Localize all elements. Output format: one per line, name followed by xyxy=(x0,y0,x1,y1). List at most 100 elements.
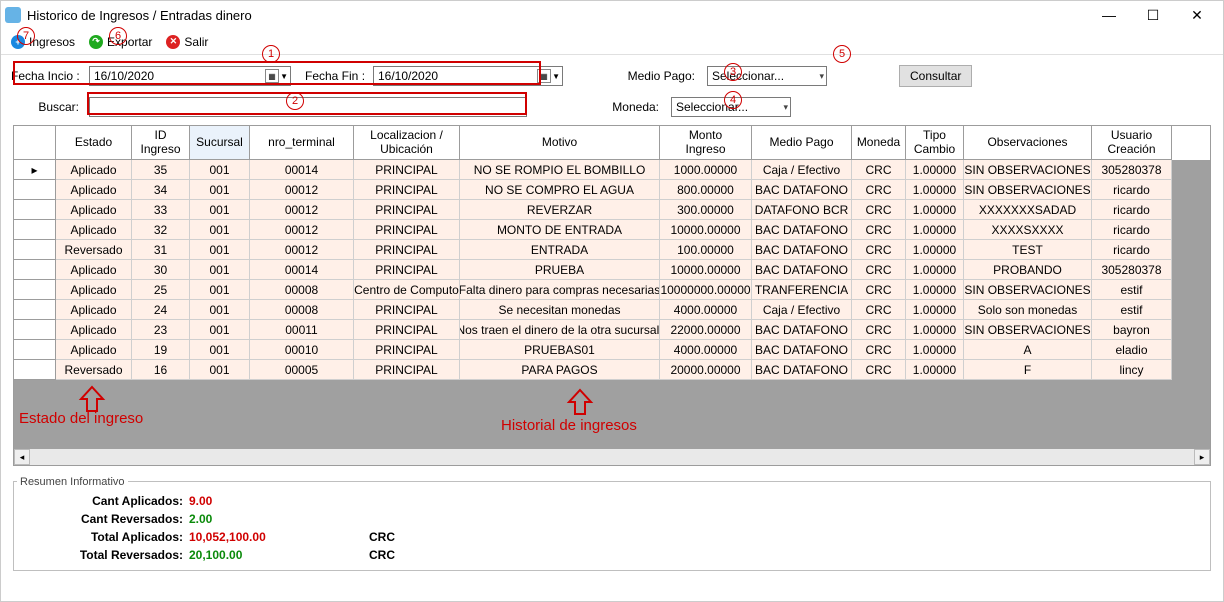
table-row[interactable]: Aplicado2500100008Centro de ComputoFalta… xyxy=(14,280,1210,300)
cell-term: 00011 xyxy=(250,320,354,340)
cell-suc: 001 xyxy=(190,200,250,220)
cell-id: 19 xyxy=(132,340,190,360)
column-header-medio[interactable]: Medio Pago xyxy=(752,126,852,160)
cell-user: estif xyxy=(1092,300,1172,320)
cell-loc: PRINCIPAL xyxy=(354,220,460,240)
data-grid[interactable]: EstadoIDIngresoSucursalnro_terminalLocal… xyxy=(13,125,1211,466)
table-row[interactable]: Aplicado3200100012PRINCIPALMONTO DE ENTR… xyxy=(14,220,1210,240)
cell-moneda: CRC xyxy=(852,300,906,320)
cell-moneda: CRC xyxy=(852,240,906,260)
window-close-button[interactable]: ✕ xyxy=(1175,1,1219,29)
cell-obs: XXXXXXXSADAD xyxy=(964,200,1092,220)
cell-loc: PRINCIPAL xyxy=(354,320,460,340)
resume-row-label: Cant Aplicados: xyxy=(24,494,189,508)
row-selector[interactable] xyxy=(14,240,56,260)
cell-term: 00005 xyxy=(250,360,354,380)
row-selector[interactable] xyxy=(14,180,56,200)
table-row[interactable]: Aplicado3300100012PRINCIPALREVERZAR300.0… xyxy=(14,200,1210,220)
cell-id: 24 xyxy=(132,300,190,320)
table-row[interactable]: Aplicado3000100014PRINCIPALPRUEBA10000.0… xyxy=(14,260,1210,280)
cell-moneda: CRC xyxy=(852,340,906,360)
cell-monto: 1000.00000 xyxy=(660,160,752,180)
cell-motivo: PRUEBA xyxy=(460,260,660,280)
scroll-left-button[interactable]: ◂ xyxy=(14,449,30,465)
cell-term: 00014 xyxy=(250,160,354,180)
ingresos-button[interactable]: + Ingresos xyxy=(11,35,75,49)
consultar-button[interactable]: Consultar xyxy=(899,65,972,87)
cell-suc: 001 xyxy=(190,220,250,240)
table-row[interactable]: Aplicado3400100012PRINCIPALNO SE COMPRO … xyxy=(14,180,1210,200)
calendar-icon[interactable]: ▦ xyxy=(537,69,551,83)
row-selector[interactable]: ▸ xyxy=(14,160,56,180)
column-header-id[interactable]: IDIngreso xyxy=(132,126,190,160)
cell-user: ricardo xyxy=(1092,220,1172,240)
salir-button[interactable]: ✕ Salir xyxy=(166,35,208,49)
row-selector[interactable] xyxy=(14,260,56,280)
grid-body[interactable]: ▸Aplicado3500100014PRINCIPALNO SE ROMPIO… xyxy=(14,160,1210,449)
table-row[interactable]: Reversado3100100012PRINCIPALENTRADA100.0… xyxy=(14,240,1210,260)
row-selector[interactable] xyxy=(14,200,56,220)
cell-suc: 001 xyxy=(190,260,250,280)
cell-suc: 001 xyxy=(190,160,250,180)
chevron-down-icon: ▾ xyxy=(783,102,788,113)
table-row[interactable]: Reversado1600100005PRINCIPALPARA PAGOS20… xyxy=(14,360,1210,380)
cell-moneda: CRC xyxy=(852,200,906,220)
cell-suc: 001 xyxy=(190,300,250,320)
table-row[interactable]: Aplicado2400100008PRINCIPALSe necesitan … xyxy=(14,300,1210,320)
column-header-monto[interactable]: MontoIngreso xyxy=(660,126,752,160)
column-header-rowhdr[interactable] xyxy=(14,126,56,160)
moneda-combo[interactable]: Seleccionar... ▾ xyxy=(671,97,791,117)
row-selector[interactable] xyxy=(14,280,56,300)
cell-obs: SIN OBSERVACIONES xyxy=(964,280,1092,300)
table-row[interactable]: Aplicado1900100010PRINCIPALPRUEBAS014000… xyxy=(14,340,1210,360)
chevron-down-icon[interactable]: ▼ xyxy=(552,72,560,81)
column-header-suc[interactable]: Sucursal xyxy=(190,126,250,160)
column-header-moneda[interactable]: Moneda xyxy=(852,126,906,160)
scroll-track[interactable] xyxy=(30,449,1194,465)
fecha-inicio-input[interactable]: 16/10/2020 ▦▼ xyxy=(89,66,291,86)
column-header-estado[interactable]: Estado xyxy=(56,126,132,160)
column-header-term[interactable]: nro_terminal xyxy=(250,126,354,160)
row-selector[interactable] xyxy=(14,320,56,340)
cell-suc: 001 xyxy=(190,180,250,200)
grid-header: EstadoIDIngresoSucursalnro_terminalLocal… xyxy=(14,126,1210,160)
cell-motivo: Nos traen el dinero de la otra sucursal. xyxy=(460,320,660,340)
table-row[interactable]: Aplicado2300100011PRINCIPALNos traen el … xyxy=(14,320,1210,340)
cell-tc: 1.00000 xyxy=(906,300,964,320)
column-header-tc[interactable]: TipoCambio xyxy=(906,126,964,160)
row-selector[interactable] xyxy=(14,340,56,360)
cell-tc: 1.00000 xyxy=(906,260,964,280)
row-selector[interactable] xyxy=(14,360,56,380)
consultar-label: Consultar xyxy=(910,69,961,83)
cell-monto: 20000.00000 xyxy=(660,360,752,380)
buscar-input[interactable] xyxy=(89,97,527,117)
window-minimize-button[interactable]: — xyxy=(1087,1,1131,29)
cell-moneda: CRC xyxy=(852,320,906,340)
cell-moneda: CRC xyxy=(852,260,906,280)
cell-monto: 10000.00000 xyxy=(660,260,752,280)
cell-estado: Aplicado xyxy=(56,200,132,220)
column-header-obs[interactable]: Observaciones xyxy=(964,126,1092,160)
column-header-loc[interactable]: Localizacion /Ubicación xyxy=(354,126,460,160)
cell-loc: PRINCIPAL xyxy=(354,340,460,360)
cell-obs: PROBANDO xyxy=(964,260,1092,280)
window-maximize-button[interactable]: ☐ xyxy=(1131,1,1175,29)
column-header-motivo[interactable]: Motivo xyxy=(460,126,660,160)
cell-obs: SIN OBSERVACIONES xyxy=(964,180,1092,200)
medio-pago-combo[interactable]: Seleccionar... ▾ xyxy=(707,66,827,86)
grid-horizontal-scrollbar[interactable]: ◂ ▸ xyxy=(14,449,1210,465)
calendar-icon[interactable]: ▦ xyxy=(265,69,279,83)
cell-loc: PRINCIPAL xyxy=(354,240,460,260)
exportar-button[interactable]: ↷ Exportar xyxy=(89,35,152,49)
fecha-fin-input[interactable]: 16/10/2020 ▦▼ xyxy=(373,66,563,86)
cell-estado: Aplicado xyxy=(56,220,132,240)
table-row[interactable]: ▸Aplicado3500100014PRINCIPALNO SE ROMPIO… xyxy=(14,160,1210,180)
column-header-user[interactable]: UsuarioCreación xyxy=(1092,126,1172,160)
row-selector[interactable] xyxy=(14,300,56,320)
cell-estado: Aplicado xyxy=(56,340,132,360)
scroll-right-button[interactable]: ▸ xyxy=(1194,449,1210,465)
cell-monto: 10000000.00000 xyxy=(660,280,752,300)
row-selector[interactable] xyxy=(14,220,56,240)
chevron-down-icon[interactable]: ▼ xyxy=(280,72,288,81)
exit-icon: ✕ xyxy=(166,35,180,49)
